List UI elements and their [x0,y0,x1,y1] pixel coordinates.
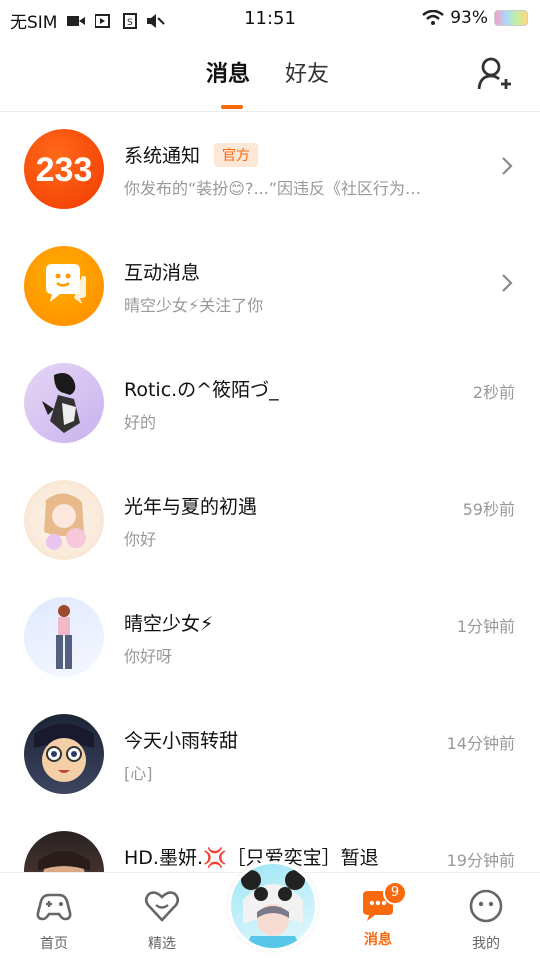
contact-name: 晴空少女⚡ [124,613,214,635]
logo-233-icon: 233 [36,151,93,189]
message-time: 59秒前 [462,500,515,519]
anime-character-avatar [34,724,94,782]
contact-name: 今天小雨转甜 [124,730,239,752]
message-preview: 你发布的“装扮😊?...”因违反《社区行为… [124,179,422,198]
anime-character-avatar [44,493,86,550]
message-time: 14分钟前 [446,734,515,753]
contact-name: 互动消息 [124,262,201,284]
contact-name: 光年与夏的初遇 [124,496,258,518]
message-preview: [心] [124,764,153,783]
active-tab-indicator [221,105,243,109]
official-badge: 官方 [214,143,259,167]
avatar [24,714,104,794]
tab-label: 我的 [472,936,500,952]
tab-messages[interactable]: 消息 [206,56,250,88]
message-preview: 你好 [124,530,157,549]
tab-label: 精选 [148,936,176,952]
message-preview: 你好呀 [124,647,173,666]
tab-label: 首页 [40,936,68,952]
heart-icon [144,891,180,922]
avatar [24,363,104,443]
tab-messages-bottom[interactable]: 9 消息 [338,881,418,949]
list-item-chat[interactable]: Rotic.の^筱陌づ_ 好的 2秒前 [0,345,540,462]
contact-name: Rotic.の^筱陌づ_ [124,379,279,401]
list-item-chat[interactable]: 晴空少女⚡ 你好呀 1分钟前 [0,579,540,696]
tab-featured[interactable]: 精选 [122,887,202,953]
list-item-interaction[interactable]: 互动消息 晴空少女⚡关注了你 [0,228,540,345]
chevron-right-icon [502,157,513,175]
message-time: 1分钟前 [456,617,515,636]
chevron-right-icon [502,274,513,292]
svg-text:233: 233 [36,151,93,189]
add-friend-icon[interactable] [476,56,512,92]
status-right: 93% [422,8,528,28]
list-item-chat[interactable]: 今天小雨转甜 [心] 14分钟前 [0,696,540,813]
smiley-icon [469,889,503,923]
chat-bubble-icon [46,264,86,304]
tab-home[interactable]: 首页 [14,887,94,953]
anime-character-avatar [56,605,72,669]
status-bar: 无SIM S 11:51 93% [0,0,540,38]
list-item-system-notice[interactable]: 233 系统通知 官方 你发布的“装扮😊?...”因违反《社区行为… [0,111,540,228]
interaction-avatar [24,246,104,326]
system-notice-avatar: 233 [24,129,104,209]
panda-hood-avatar [241,870,305,948]
battery-percent: 93% [450,8,488,28]
tab-mine[interactable]: 我的 [446,887,526,953]
message-preview: 晴空少女⚡关注了你 [124,296,264,315]
contact-name: 系统通知 官方 [124,141,259,168]
header: 消息 好友 [0,38,540,112]
bottom-tab-bar: 首页 精选 9 消息 我的 [0,861,540,961]
tab-friends[interactable]: 好友 [285,56,329,88]
anime-character-avatar [42,373,80,433]
avatar [24,480,104,560]
tab-label: 消息 [364,932,392,948]
message-time: 2秒前 [472,383,515,402]
list-item-chat[interactable]: 光年与夏的初遇 你好 59秒前 [0,462,540,579]
avatar [24,597,104,677]
center-avatar-button[interactable] [228,861,318,951]
message-preview: 好的 [124,413,157,432]
unread-count-badge: 9 [383,881,407,905]
wifi-icon [422,10,444,25]
message-time: 19分钟前 [446,851,515,870]
battery-icon [494,10,528,26]
gamepad-icon [36,893,72,921]
